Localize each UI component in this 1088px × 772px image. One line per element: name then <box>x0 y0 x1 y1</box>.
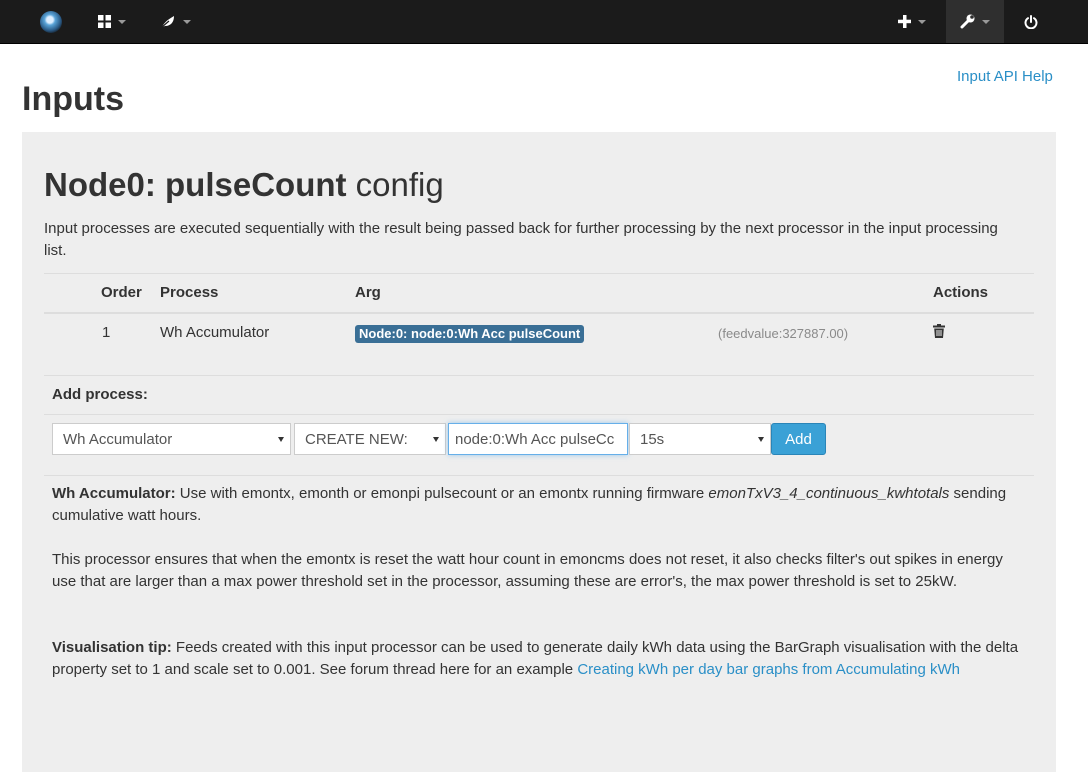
row-process: Wh Accumulator <box>160 324 270 341</box>
chevron-down-icon <box>918 19 926 24</box>
apps-menu-button[interactable] <box>88 0 136 43</box>
emoncms-logo-icon <box>40 10 62 33</box>
process-select[interactable]: Wh Accumulator <box>52 423 291 455</box>
visualisation-tip: Visualisation tip: Feeds created with th… <box>52 637 1027 681</box>
delete-process-button[interactable] <box>933 324 945 343</box>
new-feed-name-value: node:0:Wh Acc pulseCc <box>455 430 615 448</box>
forum-thread-link[interactable]: Creating kWh per day bar graphs from Acc… <box>577 661 960 678</box>
divider <box>44 414 1034 415</box>
admin-menu-button[interactable] <box>946 0 1004 43</box>
col-header-order: Order <box>101 284 142 301</box>
interval-select[interactable]: 15s <box>629 423 771 455</box>
logout-button[interactable] <box>1012 0 1050 43</box>
config-intro: Input processes are executed sequentiall… <box>44 220 998 259</box>
visualisation-tip-label: Visualisation tip: <box>52 639 172 656</box>
power-icon <box>1024 14 1038 29</box>
chevron-down-icon <box>118 19 126 24</box>
col-header-actions: Actions <box>933 284 989 301</box>
divider <box>44 375 1034 376</box>
feed-select[interactable]: CREATE NEW: <box>294 423 446 455</box>
header-divider <box>44 312 1034 314</box>
plus-icon <box>898 15 911 28</box>
config-title-node: Node0: pulseCount <box>44 166 347 203</box>
col-header-arg: Arg <box>355 284 381 301</box>
chevron-down-icon <box>183 19 191 24</box>
top-navbar <box>0 0 1088 44</box>
add-process-label: Add process: <box>52 386 148 403</box>
feed-select-value: CREATE NEW: <box>305 430 408 448</box>
processor-behaviour-note: This processor ensures that when the emo… <box>52 551 1003 590</box>
wrench-icon <box>960 14 975 29</box>
leaf-icon <box>161 16 174 28</box>
process-select-value: Wh Accumulator <box>63 430 173 448</box>
add-menu-button[interactable] <box>888 0 936 43</box>
chevron-down-icon <box>433 437 439 442</box>
row-feedvalue: (feedvalue:327887.00) <box>718 326 849 341</box>
new-feed-name-input[interactable]: node:0:Wh Acc pulseCc <box>448 423 628 455</box>
col-header-process: Process <box>160 284 219 301</box>
trash-icon <box>933 324 945 338</box>
row-arg-label: Node:0: node:0:Wh Acc pulseCount <box>355 325 585 343</box>
divider <box>44 475 1034 476</box>
add-process-button[interactable]: Add <box>771 423 826 455</box>
description-text: Use with emontx, emonth or emonpi pulsec… <box>175 485 709 502</box>
home-logo[interactable] <box>36 0 66 43</box>
chevron-down-icon <box>758 437 764 442</box>
description-firmware: emonTxV3_4_continuous_kwhtotals <box>708 485 950 502</box>
setup-menu-button[interactable] <box>152 0 200 43</box>
row-order: 1 <box>102 324 111 341</box>
interval-select-value: 15s <box>640 430 665 448</box>
chevron-down-icon <box>278 437 284 442</box>
process-config-panel: Node0: pulseCount config Input processes… <box>22 132 1056 772</box>
config-title-suffix: config <box>346 166 444 203</box>
divider <box>44 273 1034 274</box>
input-api-help-link[interactable]: Input API Help <box>957 68 1053 85</box>
chevron-down-icon <box>982 19 990 24</box>
page-title: Inputs <box>22 80 124 118</box>
grid-icon <box>98 15 111 28</box>
description-process-name: Wh Accumulator: <box>52 485 176 502</box>
process-description: Wh Accumulator: Use with emontx, emonth … <box>52 483 1027 527</box>
config-title: Node0: pulseCount config <box>44 165 444 205</box>
